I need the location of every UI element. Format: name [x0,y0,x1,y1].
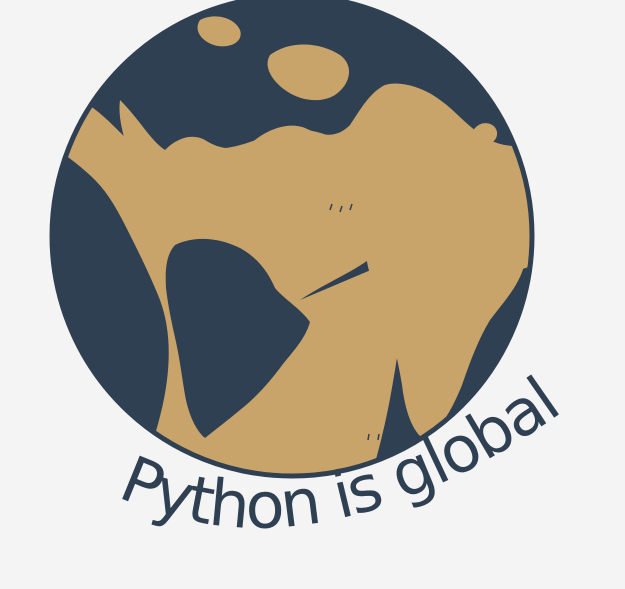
logo-canvas: Python is global [0,0,625,589]
python-is-global-logo: Python is global [49,0,573,544]
